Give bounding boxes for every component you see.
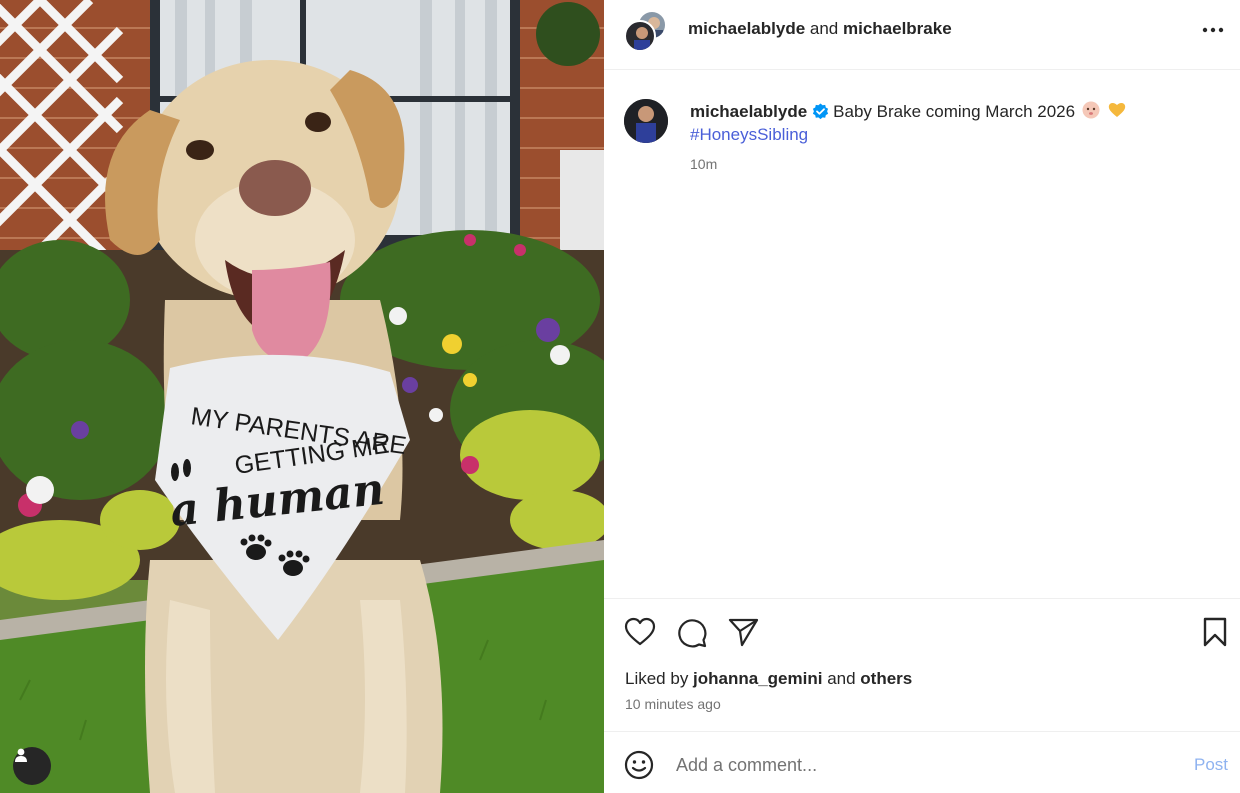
caption-text-block: michaelablyde Baby Brake coming March 202…: [690, 100, 1210, 146]
bookmark-icon: [1203, 617, 1227, 647]
comment-icon: [678, 619, 707, 648]
baby-emoji: [1082, 101, 1100, 119]
likes-prefix: Liked by: [625, 669, 694, 688]
likes-summary: Liked by johanna_gemini and others: [625, 669, 912, 689]
person-tag-icon: [15, 748, 27, 762]
header-username-1[interactable]: michaelablyde: [688, 19, 805, 38]
post-photo[interactable]: MY PARENTS ARE GETTING ME a human: [0, 0, 604, 793]
dog-photo-illustration: MY PARENTS ARE GETTING ME a human: [0, 0, 604, 793]
verified-badge-icon: [813, 103, 829, 120]
smiley-icon: [624, 750, 654, 780]
likes-joiner: and: [822, 669, 861, 688]
collab-avatars[interactable]: [624, 10, 670, 54]
tagged-people-button[interactable]: [13, 747, 51, 785]
header-joiner: and: [805, 19, 843, 38]
avatar-michaelablyde[interactable]: [624, 20, 656, 52]
caption-username[interactable]: michaelablyde: [690, 102, 807, 121]
liked-by-others[interactable]: others: [860, 669, 912, 688]
post-timestamp[interactable]: 10 minutes ago: [625, 696, 721, 712]
like-button[interactable]: [624, 617, 656, 652]
liked-by-user[interactable]: johanna_gemini: [693, 669, 822, 688]
yellow-heart-emoji: [1108, 102, 1126, 117]
header-username-2[interactable]: michaelbrake: [843, 19, 952, 38]
post-actions-section: Liked by johanna_gemini and others 10 mi…: [604, 598, 1240, 731]
collab-usernames: michaelablyde and michaelbrake: [688, 18, 952, 40]
heart-icon: [624, 617, 656, 646]
comment-bar: Post: [604, 731, 1240, 793]
save-button[interactable]: [1202, 617, 1228, 652]
share-button[interactable]: [728, 617, 760, 652]
caption-timestamp[interactable]: 10m: [690, 156, 717, 172]
comment-input[interactable]: [676, 752, 1156, 778]
more-horizontal-icon: [1202, 27, 1224, 33]
caption-hashtag[interactable]: #HoneysSibling: [690, 125, 808, 144]
caption-avatar[interactable]: [624, 99, 668, 143]
post-details-panel: michaelablyde and michaelbrake michaelab…: [604, 0, 1240, 793]
post-header: michaelablyde and michaelbrake: [604, 0, 1240, 70]
more-options-button[interactable]: [1198, 18, 1228, 42]
comment-button[interactable]: [676, 617, 708, 654]
caption-message: Baby Brake coming March 2026: [833, 102, 1076, 121]
post-comment-button[interactable]: Post: [1194, 755, 1228, 775]
send-icon: [728, 618, 759, 647]
emoji-picker-button[interactable]: [624, 750, 654, 785]
